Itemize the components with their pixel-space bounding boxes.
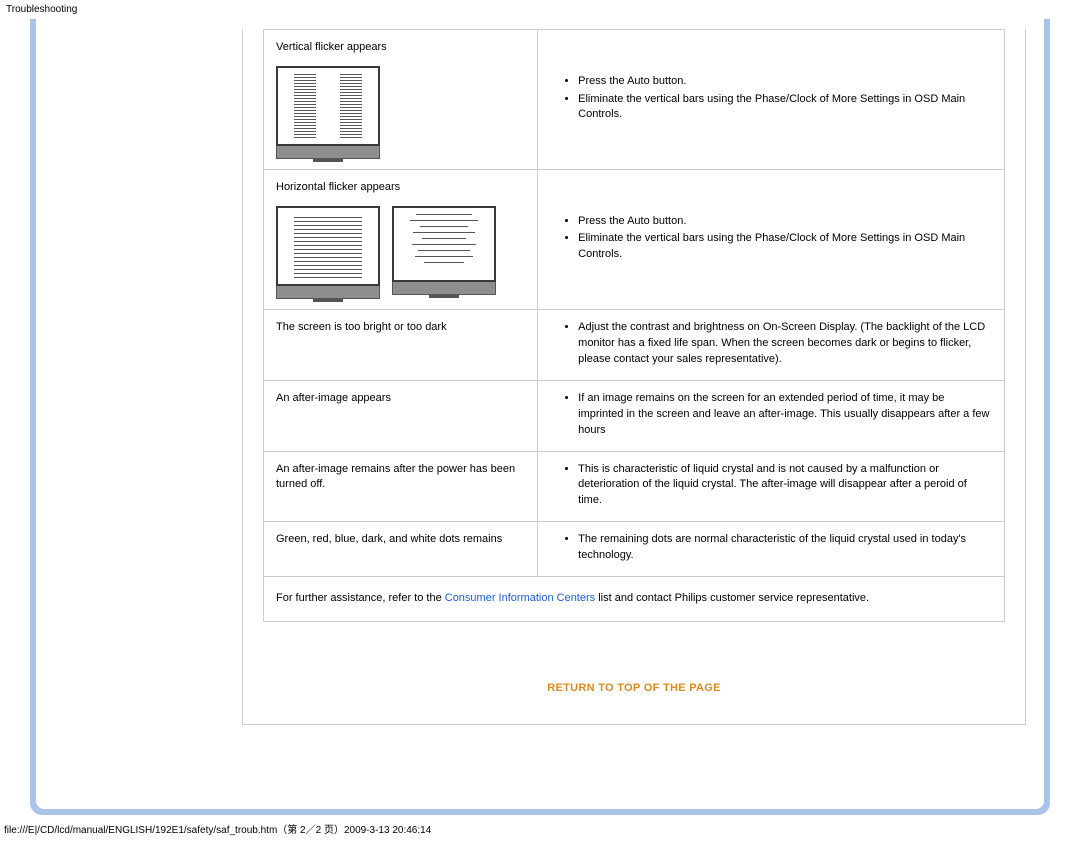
problem-text: Horizontal flicker appears <box>276 180 525 196</box>
table-row: Vertical flicker appears <box>264 30 1005 170</box>
solution-cell: Press the Auto button. Eliminate the ver… <box>538 169 1005 309</box>
solution-item: Press the Auto button. <box>578 214 992 230</box>
page-header-label: Troubleshooting <box>0 0 1080 19</box>
return-to-top-link[interactable]: RETURN TO TOP OF THE PAGE <box>263 682 1005 694</box>
page-frame: Vertical flicker appears <box>30 19 1050 815</box>
solution-item: The remaining dots are normal characteri… <box>578 532 992 564</box>
solution-item: If an image remains on the screen for an… <box>578 391 992 439</box>
solution-cell: This is characteristic of liquid crystal… <box>538 451 1005 522</box>
file-path-footer: file:///E|/CD/lcd/manual/ENGLISH/192E1/s… <box>0 815 1080 844</box>
solution-item: This is characteristic of liquid crystal… <box>578 462 992 510</box>
monitor-icon <box>392 206 496 299</box>
monitor-icon <box>276 206 380 299</box>
problem-cell: An after-image remains after the power h… <box>264 451 538 522</box>
table-row: The screen is too bright or too dark Adj… <box>264 309 1005 380</box>
footer-note-after: list and contact Philips customer servic… <box>595 592 869 604</box>
content-column: Vertical flicker appears <box>242 29 1026 725</box>
troubleshooting-table: Vertical flicker appears <box>263 29 1005 622</box>
problem-cell: The screen is too bright or too dark <box>264 309 538 380</box>
footer-note-cell: For further assistance, refer to the Con… <box>264 577 1005 622</box>
solution-cell: Adjust the contrast and brightness on On… <box>538 309 1005 380</box>
solution-item: Press the Auto button. <box>578 74 992 90</box>
solution-item: Eliminate the vertical bars using the Ph… <box>578 92 992 124</box>
footer-note-before: For further assistance, refer to the <box>276 592 445 604</box>
problem-text: Vertical flicker appears <box>276 40 525 56</box>
solution-cell: If an image remains on the screen for an… <box>538 380 1005 451</box>
table-row: An after-image remains after the power h… <box>264 451 1005 522</box>
table-row: Horizontal flicker appears <box>264 169 1005 309</box>
table-row: Green, red, blue, dark, and white dots r… <box>264 522 1005 577</box>
illustration-row <box>276 66 525 159</box>
problem-cell: An after-image appears <box>264 380 538 451</box>
page-body: Vertical flicker appears <box>36 19 1044 809</box>
problem-cell: Green, red, blue, dark, and white dots r… <box>264 522 538 577</box>
solution-item: Adjust the contrast and brightness on On… <box>578 320 992 368</box>
table-row: For further assistance, refer to the Con… <box>264 577 1005 622</box>
solution-cell: The remaining dots are normal characteri… <box>538 522 1005 577</box>
problem-cell: Horizontal flicker appears <box>264 169 538 309</box>
solution-item: Eliminate the vertical bars using the Ph… <box>578 231 992 263</box>
consumer-info-centers-link[interactable]: Consumer Information Centers <box>445 592 595 604</box>
illustration-row <box>276 206 525 299</box>
monitor-icon <box>276 66 380 159</box>
solution-cell: Press the Auto button. Eliminate the ver… <box>538 30 1005 170</box>
table-row: An after-image appears If an image remai… <box>264 380 1005 451</box>
problem-cell: Vertical flicker appears <box>264 30 538 170</box>
